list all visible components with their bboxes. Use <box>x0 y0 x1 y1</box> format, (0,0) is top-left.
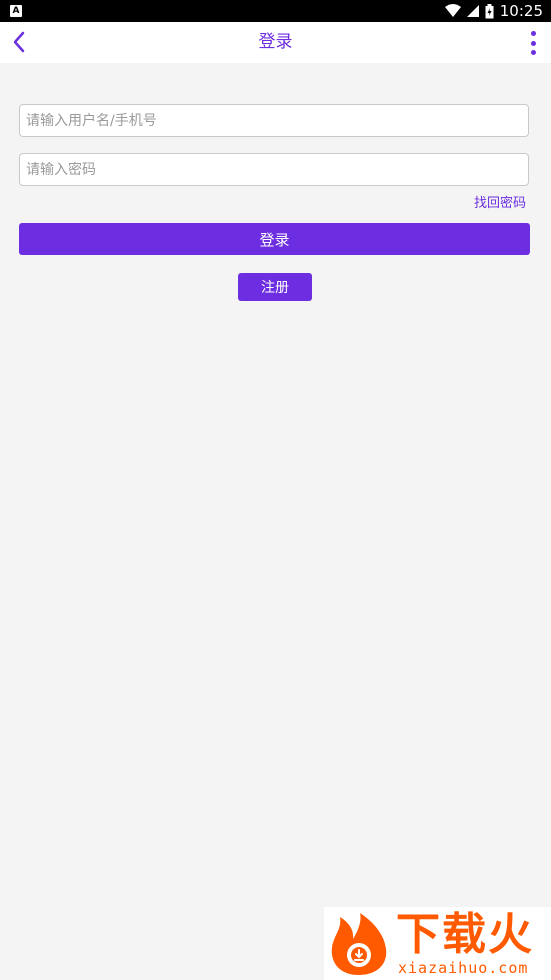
watermark-logo: 下载火 xiazaihuo.com <box>324 907 551 980</box>
login-button[interactable]: 登录 <box>19 223 530 255</box>
notification-badge-label: A <box>12 5 20 16</box>
wifi-icon <box>444 4 461 17</box>
status-icons: 10:25 <box>444 0 543 22</box>
register-button[interactable]: 注册 <box>238 273 312 301</box>
watermark-url: xiazaihuo.com <box>398 959 529 977</box>
password-input[interactable] <box>19 153 529 186</box>
more-vertical-icon-dot <box>530 50 536 55</box>
page-title: 登录 <box>258 32 293 52</box>
app-header: 登录 <box>0 22 551 63</box>
more-vertical-icon-dot <box>530 31 536 36</box>
watermark-title: 下载火 <box>396 909 534 960</box>
more-options-button[interactable] <box>527 31 539 55</box>
status-bar: A 10:25 <box>0 0 551 22</box>
username-input[interactable] <box>19 104 529 137</box>
more-vertical-icon-dot <box>530 40 536 46</box>
status-time: 10:25 <box>499 2 543 20</box>
forgot-password-link[interactable]: 找回密码 <box>474 192 526 211</box>
flame-logo-icon <box>331 913 387 975</box>
battery-icon <box>485 3 494 18</box>
signal-icon <box>466 5 479 17</box>
notification-badge-icon: A <box>10 5 22 17</box>
